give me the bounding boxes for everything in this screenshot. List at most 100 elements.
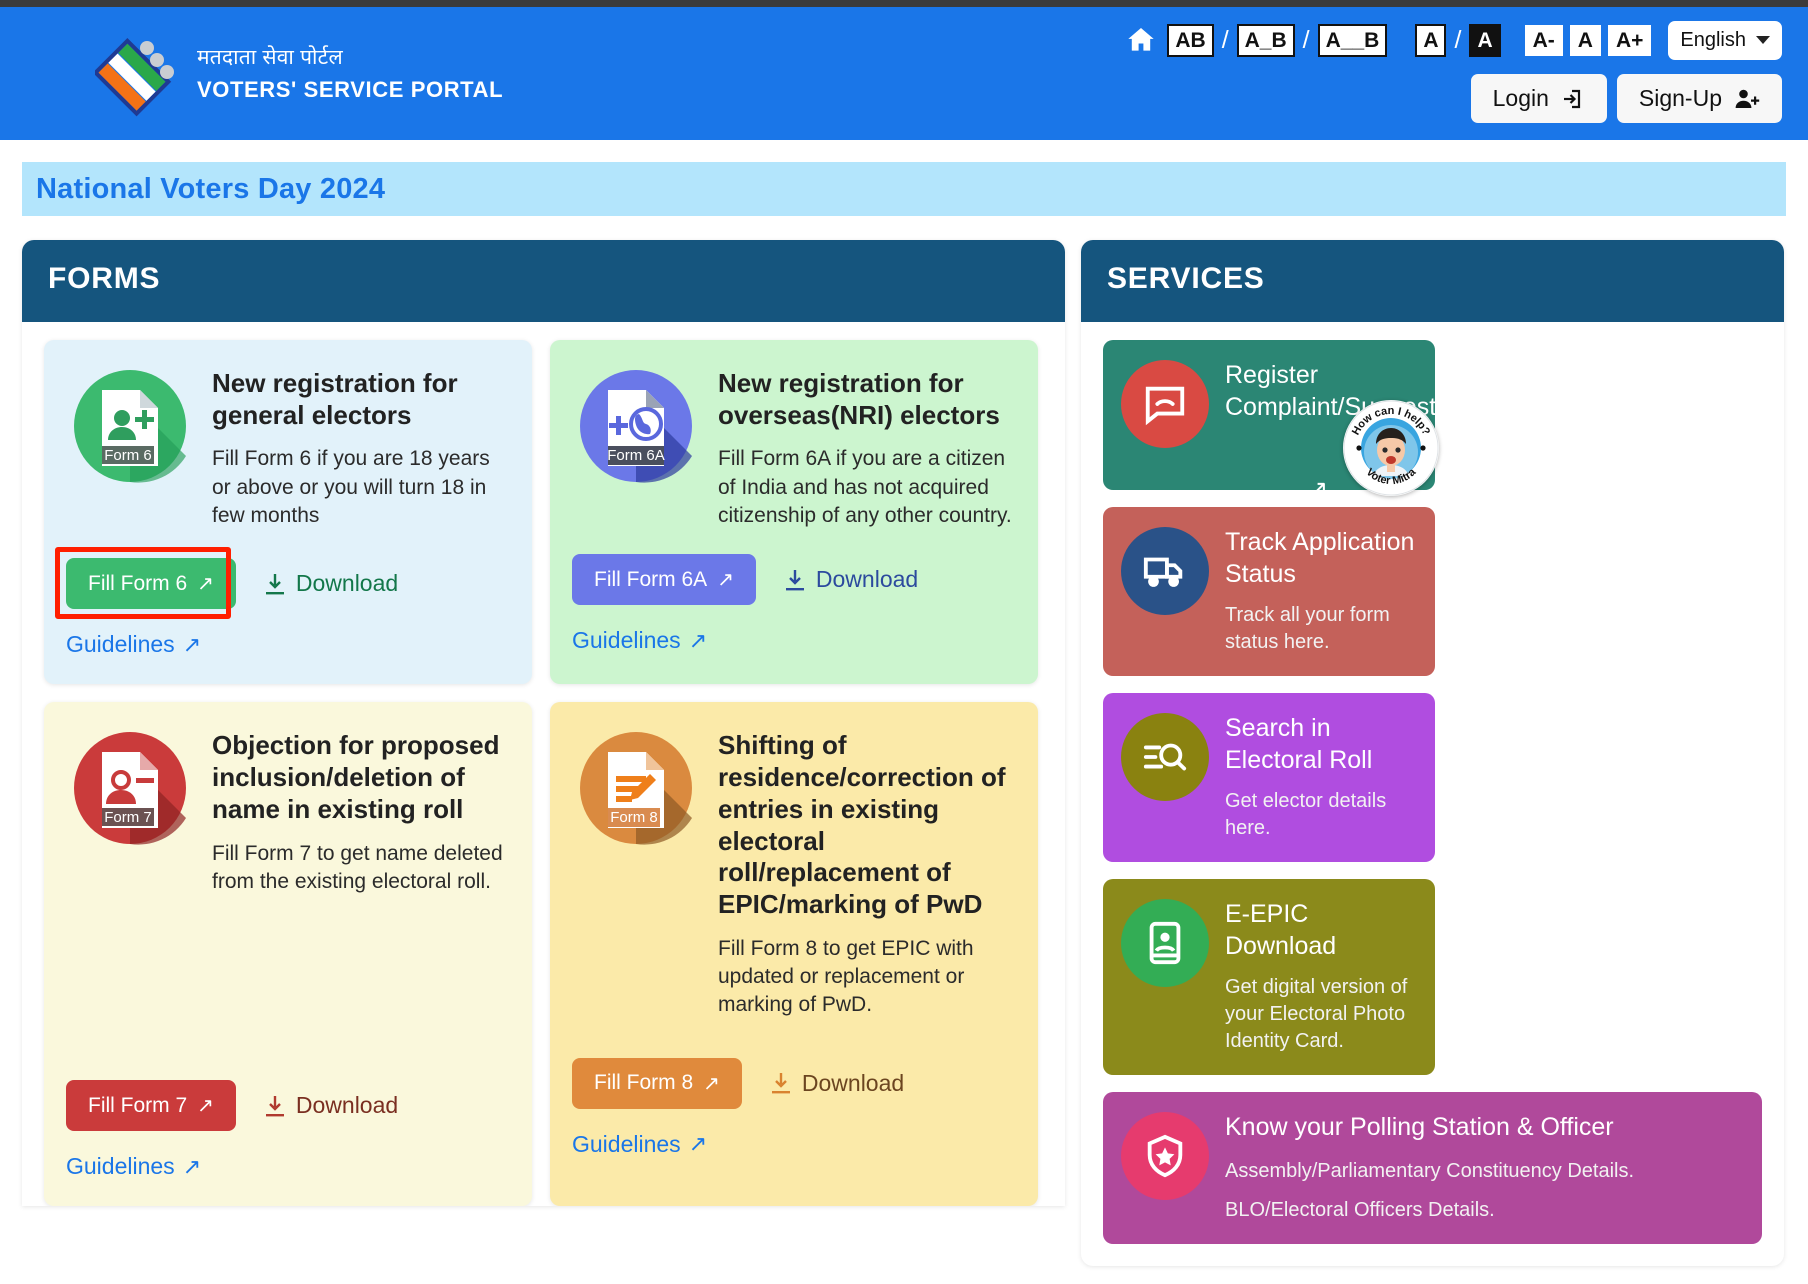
brand-block[interactable]: मतदाता सेवा पोर्टल VOTERS' SERVICE PORTA… (92, 31, 503, 117)
font-default-button[interactable]: A (1569, 24, 1601, 56)
form6-description: Fill Form 6 if you are 18 years or above… (212, 447, 490, 528)
download-form6a-link[interactable]: Download (784, 566, 918, 593)
service-title-polling-station: Know your Polling Station & Officer (1225, 1113, 1614, 1141)
external-link-arrow-icon: ↗ (688, 627, 707, 653)
fill-form6a-label: Fill Form 6A (594, 567, 708, 591)
service-sub-polling-station-2: BLO/Electoral Officers Details. (1225, 1198, 1495, 1221)
form-card-form8[interactable]: Form 8 Shifting of residence/correction … (550, 702, 1038, 1207)
fill-form6-button[interactable]: Fill Form 6 ↗ (66, 558, 236, 610)
form7-badge-text: Form 7 (104, 809, 152, 826)
service-card-eepic-download[interactable]: E-EPIC Download Get digital version of y… (1103, 879, 1435, 1075)
service-card-track-application[interactable]: Track Application Status Track all your … (1103, 507, 1435, 676)
id-card-icon (1121, 899, 1209, 987)
contrast-high-button[interactable]: A (1469, 23, 1501, 57)
language-selector[interactable]: English (1668, 20, 1782, 60)
forms-panel-title: FORMS (48, 262, 161, 295)
auth-buttons: Login Sign-Up (1122, 74, 1782, 123)
fill-form7-button[interactable]: Fill Form 7 ↗ (66, 1080, 236, 1132)
form6a-description: Fill Form 6A if you are a citizen of Ind… (718, 447, 1012, 528)
service-card-search-electoral-roll[interactable]: Search in Electoral Roll Get elector det… (1103, 693, 1435, 862)
form6a-badge-text: Form 6A (607, 447, 665, 464)
fill-form6a-button[interactable]: Fill Form 6A ↗ (572, 554, 756, 606)
download-form7-link[interactable]: Download (264, 1092, 398, 1119)
forms-panel-body: Form 6 New registration for general elec… (22, 322, 1065, 1207)
form6a-document-globe-add-icon: Form 6A (572, 362, 700, 490)
download-form8-label: Download (801, 1069, 905, 1096)
fill-form8-button[interactable]: Fill Form 8 ↗ (572, 1057, 742, 1109)
service-sub-search-electoral-roll: Get elector details here. (1225, 790, 1387, 839)
eci-logo-icon (92, 31, 181, 117)
services-panel: SERVICES Register Complaint/Suggestion ↗… (1081, 240, 1784, 1266)
chevron-down-icon (1756, 36, 1770, 44)
external-link-arrow-icon: ↗ (197, 1095, 214, 1118)
external-link-arrow-icon: ↗ (688, 1131, 707, 1157)
services-panel-body: Register Complaint/Suggestion ↗ How can … (1081, 322, 1784, 1266)
home-icon[interactable] (1122, 22, 1160, 58)
guidelines-form8-link[interactable]: Guidelines ↗ (572, 1131, 707, 1158)
language-selected-value: English (1680, 28, 1746, 51)
login-arrow-icon (1563, 89, 1580, 108)
service-sub-track-application: Track all your form status here. (1225, 604, 1390, 653)
form6-badge-text: Form 6 (104, 447, 152, 464)
services-grid: Register Complaint/Suggestion ↗ How can … (1103, 340, 1762, 1266)
signup-button[interactable]: Sign-Up (1616, 74, 1782, 123)
guidelines-form6-label: Guidelines (66, 631, 175, 658)
service-sub-polling-station-1: Assembly/Parliamentary Constituency Deta… (1225, 1159, 1635, 1182)
login-button-label: Login (1492, 85, 1549, 111)
form7-description: Fill Form 7 to get name deleted from the… (212, 841, 503, 893)
user-plus-icon (1735, 89, 1760, 108)
brand-text: मतदाता सेवा पोर्टल VOTERS' SERVICE PORTA… (197, 44, 503, 103)
guidelines-form6a-link[interactable]: Guidelines ↗ (572, 627, 707, 654)
form-card-form6[interactable]: Form 6 New registration for general elec… (44, 340, 532, 685)
guidelines-form7-link[interactable]: Guidelines ↗ (66, 1153, 201, 1180)
form-card-form6a[interactable]: Form 6A New registration for overseas(NR… (550, 340, 1038, 685)
guidelines-form6a-label: Guidelines (572, 627, 681, 654)
form7-title: Objection for proposed inclusion/deletio… (212, 730, 500, 824)
form-card-form7[interactable]: Form 7 Objection for proposed inclusion/… (44, 702, 532, 1207)
external-link-arrow-icon: ↗ (1308, 476, 1329, 503)
national-voters-day-banner[interactable]: National Voters Day 2024 (22, 162, 1786, 216)
form6a-title: New registration for overseas(NRI) elect… (718, 368, 1000, 430)
service-title-track-application: Track Application Status (1225, 528, 1415, 588)
brand-title-english: VOTERS' SERVICE PORTAL (197, 77, 504, 103)
truck-icon (1121, 527, 1209, 615)
main-content: FORMS Form 6 New registration for genera… (0, 216, 1808, 1284)
form6-title: New registration for general electors (212, 368, 458, 430)
font-increase-button[interactable]: A+ (1607, 24, 1652, 56)
form6-document-person-add-icon: Form 6 (66, 362, 194, 490)
chat-icon (1121, 360, 1209, 448)
voter-mitra-chatbot-badge[interactable]: How can I help? Voter Mitra (1343, 400, 1439, 496)
guidelines-form6-link[interactable]: Guidelines ↗ (66, 631, 201, 658)
shield-star-icon (1121, 1112, 1209, 1200)
service-card-polling-station[interactable]: Know your Polling Station & Officer Asse… (1103, 1092, 1762, 1244)
external-link-arrow-icon: ↗ (717, 569, 734, 592)
letter-spacing-medium-button[interactable]: A_B (1236, 23, 1295, 57)
form8-title: Shifting of residence/correction of entr… (718, 730, 1006, 920)
download-icon (265, 573, 284, 595)
guidelines-form7-label: Guidelines (66, 1153, 175, 1180)
separator-slash-3: / (1454, 25, 1462, 54)
download-form8-link[interactable]: Download (770, 1070, 904, 1097)
external-link-arrow-icon: ↗ (197, 573, 214, 596)
login-button[interactable]: Login (1470, 74, 1607, 123)
forms-panel-header: FORMS (22, 240, 1065, 322)
form8-description: Fill Form 8 to get EPIC with updated or … (718, 936, 974, 1017)
forms-column: FORMS Form 6 New registration for genera… (22, 240, 1065, 1207)
accessibility-toolbar: AB / A_B / A__B A / A A- A A+ English (1122, 17, 1782, 63)
contrast-normal-button[interactable]: A (1415, 23, 1447, 57)
service-card-register-complaint[interactable]: Register Complaint/Suggestion ↗ How can … (1103, 340, 1470, 503)
service-title-search-electoral-roll: Search in Electoral Roll (1225, 714, 1373, 774)
signup-button-label: Sign-Up (1638, 85, 1722, 111)
browser-chrome-edge (0, 0, 1808, 7)
separator-slash-1: / (1221, 25, 1229, 54)
external-link-arrow-icon: ↗ (182, 631, 201, 657)
letter-spacing-normal-button[interactable]: AB (1167, 23, 1214, 57)
download-form7-label: Download (295, 1092, 399, 1119)
services-panel-title: SERVICES (1107, 262, 1265, 295)
letter-spacing-large-button[interactable]: A__B (1317, 23, 1388, 57)
download-icon (785, 569, 804, 591)
separator-slash-2: / (1302, 25, 1310, 54)
download-form6-link[interactable]: Download (264, 570, 398, 597)
search-list-icon (1121, 713, 1209, 801)
font-decrease-button[interactable]: A- (1524, 24, 1563, 56)
